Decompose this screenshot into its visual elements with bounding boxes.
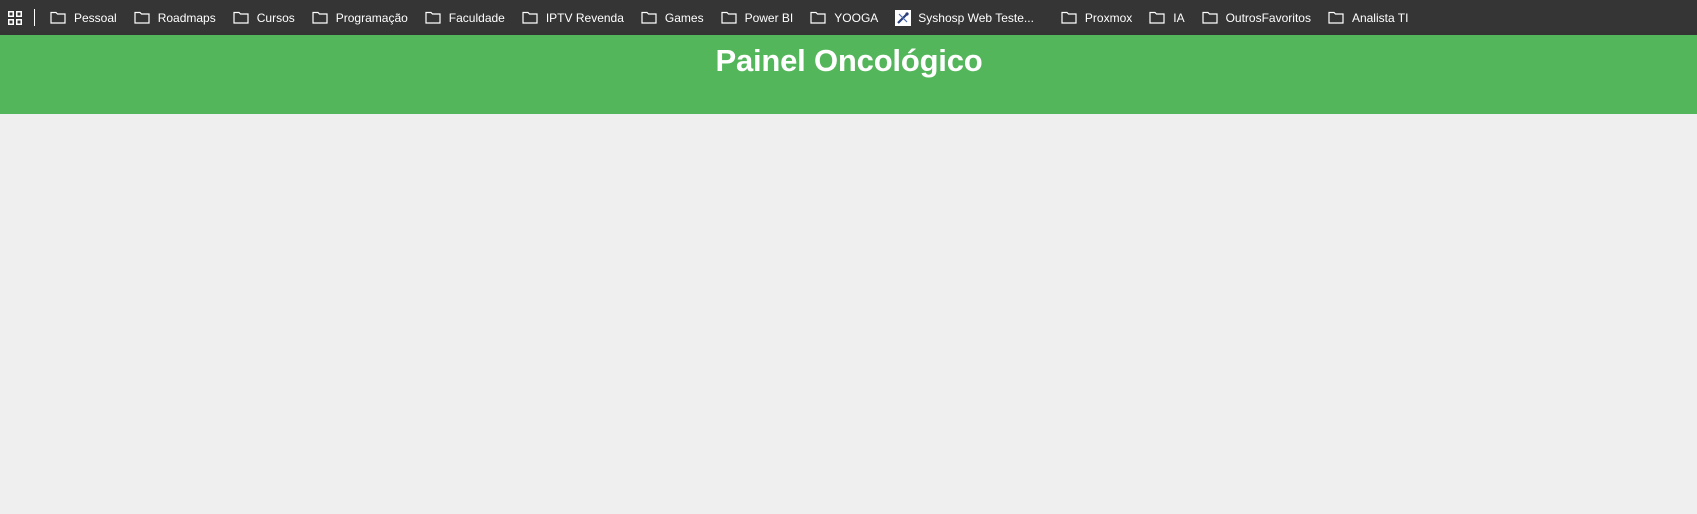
folder-icon	[641, 11, 657, 25]
bookmark-label: IA	[1173, 10, 1185, 25]
bookmark-folder-games[interactable]: Games	[641, 4, 711, 31]
folder-icon	[312, 11, 328, 25]
bookmark-folder-iptv-revenda[interactable]: IPTV Revenda	[522, 4, 631, 31]
bookmark-label: Programação	[335, 10, 408, 25]
folder-icon	[1149, 11, 1165, 25]
bookmark-label: Syshosp Web Teste...	[918, 10, 1034, 25]
bookmarks-separator	[34, 9, 35, 26]
folder-icon	[810, 11, 826, 25]
bookmark-label: OutrosFavoritos	[1225, 10, 1311, 25]
bookmarks-bar: Pessoal Roadmaps Cursos Programação Facu…	[0, 0, 1697, 35]
folder-icon	[233, 11, 249, 25]
folder-icon	[425, 11, 441, 25]
bookmark-label: Roadmaps	[157, 10, 216, 25]
bookmark-label: Games	[664, 10, 704, 25]
bookmark-folder-proxmox[interactable]: Proxmox	[1061, 4, 1139, 31]
bookmark-folder-roadmaps[interactable]: Roadmaps	[134, 4, 223, 31]
bookmark-label: Pessoal	[74, 10, 117, 25]
bookmark-folder-power-bi[interactable]: Power BI	[720, 4, 801, 31]
bookmark-label: Analista TI	[1351, 10, 1409, 25]
folder-icon	[50, 11, 66, 25]
bookmark-folder-outros-favoritos[interactable]: OutrosFavoritos	[1201, 4, 1318, 31]
bookmark-label: IPTV Revenda	[545, 10, 624, 25]
bookmark-label: Power BI	[744, 10, 794, 25]
bookmark-label: Faculdade	[448, 10, 505, 25]
bookmark-label: Proxmox	[1084, 10, 1133, 25]
bookmark-folder-programacao[interactable]: Programação	[312, 4, 415, 31]
folder-icon	[720, 11, 737, 25]
bookmark-label: YOOGA	[834, 10, 879, 25]
bookmark-folder-pessoal[interactable]: Pessoal	[50, 4, 124, 31]
folder-icon	[1061, 11, 1077, 25]
bookmark-folder-faculdade[interactable]: Faculdade	[425, 4, 512, 31]
bookmark-folder-yooga[interactable]: YOOGA	[810, 4, 885, 31]
app-header: Painel Oncológico	[0, 35, 1697, 114]
folder-icon	[1201, 11, 1218, 25]
folder-icon	[522, 11, 538, 25]
folder-icon	[1328, 11, 1344, 25]
page-title: Painel Oncológico	[715, 43, 983, 79]
apps-grid-icon[interactable]	[7, 10, 23, 26]
bookmark-folder-cursos[interactable]: Cursos	[233, 4, 302, 31]
folder-icon	[134, 11, 150, 25]
bookmark-syshosp-web[interactable]: Syshosp Web Teste...	[895, 4, 1041, 31]
bookmark-folder-analista-ti[interactable]: Analista TI	[1328, 4, 1415, 31]
site-favicon-icon	[895, 9, 912, 26]
bookmark-folder-ia[interactable]: IA	[1149, 4, 1191, 31]
main-content	[0, 114, 1697, 514]
bookmark-label: Cursos	[256, 10, 295, 25]
